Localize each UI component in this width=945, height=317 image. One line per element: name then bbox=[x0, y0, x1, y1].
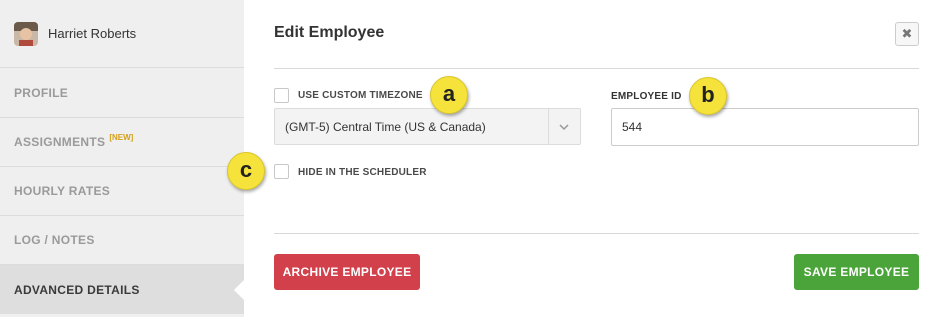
employee-id-label: EMPLOYEE ID bbox=[611, 91, 682, 102]
active-pointer bbox=[234, 280, 244, 300]
hide-in-scheduler-checkbox[interactable] bbox=[274, 164, 289, 179]
archive-employee-button[interactable]: ARCHIVE EMPLOYEE bbox=[274, 254, 420, 290]
custom-timezone-label: USE CUSTOM TIMEZONE bbox=[298, 90, 423, 101]
timezone-select[interactable]: (GMT-5) Central Time (US & Canada) bbox=[274, 108, 581, 145]
timezone-value: (GMT-5) Central Time (US & Canada) bbox=[285, 120, 486, 134]
close-button[interactable]: ✖ bbox=[895, 22, 919, 46]
sidebar-item-label: ASSIGNMENTS bbox=[14, 135, 106, 149]
sidebar-item-label: PROFILE bbox=[14, 86, 69, 100]
sidebar-item-hourly-rates[interactable]: HOURLY RATES bbox=[0, 167, 244, 216]
avatar bbox=[14, 21, 38, 46]
annotation-marker-b: b bbox=[689, 77, 727, 115]
sidebar: Harriet Roberts PROFILE ASSIGNMENTS [NEW… bbox=[0, 0, 244, 317]
select-divider bbox=[548, 109, 549, 144]
sidebar-item-profile[interactable]: PROFILE bbox=[0, 69, 244, 118]
sidebar-item-label: HOURLY RATES bbox=[14, 184, 111, 198]
close-icon: ✖ bbox=[901, 26, 913, 41]
annotation-marker-c: c bbox=[227, 152, 265, 190]
sidebar-item-label: LOG / NOTES bbox=[14, 233, 95, 247]
header-divider bbox=[274, 68, 919, 69]
sidebar-item-advanced-details[interactable]: ADVANCED DETAILS bbox=[0, 265, 244, 314]
custom-timezone-checkbox[interactable] bbox=[274, 88, 289, 103]
sidebar-item-log-notes[interactable]: LOG / NOTES bbox=[0, 216, 244, 265]
sidebar-item-label: ADVANCED DETAILS bbox=[14, 282, 140, 297]
dialog-title: Edit Employee bbox=[274, 24, 385, 41]
employee-id-input[interactable] bbox=[611, 108, 919, 146]
new-badge: [NEW] bbox=[109, 132, 134, 142]
footer-divider bbox=[274, 233, 919, 234]
annotation-marker-a: a bbox=[430, 76, 468, 114]
save-employee-button[interactable]: SAVE EMPLOYEE bbox=[794, 254, 919, 290]
hide-in-scheduler-label: HIDE IN THE SCHEDULER bbox=[298, 167, 427, 178]
user-header: Harriet Roberts bbox=[0, 0, 244, 68]
sidebar-item-assignments[interactable]: ASSIGNMENTS [NEW] bbox=[0, 118, 244, 167]
user-name: Harriet Roberts bbox=[48, 26, 137, 41]
chevron-down-icon bbox=[554, 120, 574, 134]
